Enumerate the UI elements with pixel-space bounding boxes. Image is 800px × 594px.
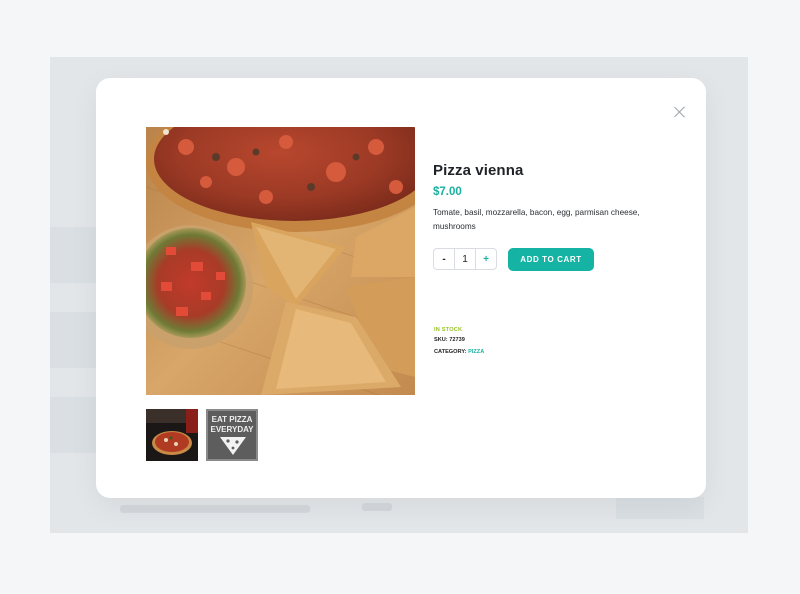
quick-view-modal: EAT PIZZA EVERYDAY Pizza vienna $7.00 To… bbox=[96, 78, 706, 498]
sku-value: 72739 bbox=[449, 337, 465, 343]
category-link[interactable]: PIZZA bbox=[468, 349, 484, 355]
sku-info: SKU: 72739 bbox=[434, 337, 465, 343]
product-description: Tomate, basil, mozzarella, bacon, egg, p… bbox=[433, 208, 640, 231]
quantity-increase-button[interactable]: + bbox=[475, 249, 496, 269]
product-main-image bbox=[146, 127, 415, 395]
background-line bbox=[120, 505, 310, 513]
product-price: $7.00 bbox=[433, 186, 462, 198]
product-title: Pizza vienna bbox=[433, 162, 524, 179]
background-block bbox=[50, 397, 96, 453]
close-icon[interactable] bbox=[672, 104, 688, 120]
category-label: CATEGORY: bbox=[434, 349, 467, 355]
background-block bbox=[50, 227, 96, 283]
background-block bbox=[50, 312, 96, 368]
quantity-input[interactable]: 1 bbox=[455, 249, 475, 269]
quantity-stepper: - 1 + bbox=[433, 248, 497, 270]
sku-label: SKU: bbox=[434, 337, 448, 343]
category-info: CATEGORY: PIZZA bbox=[434, 349, 484, 355]
background-block bbox=[616, 497, 704, 519]
thumbnail-pizza[interactable] bbox=[146, 409, 198, 461]
thumbnail-sign-line-2: EVERYDAY bbox=[211, 425, 255, 434]
background-line bbox=[362, 503, 392, 511]
add-to-cart-button[interactable]: ADD TO CART bbox=[508, 248, 594, 271]
thumbnail-sign-line-1: EAT PIZZA bbox=[212, 415, 253, 424]
thumbnail-eat-pizza-sign[interactable]: EAT PIZZA EVERYDAY bbox=[206, 409, 258, 461]
stock-status: IN STOCK bbox=[434, 327, 463, 333]
quantity-decrease-button[interactable]: - bbox=[434, 249, 455, 269]
